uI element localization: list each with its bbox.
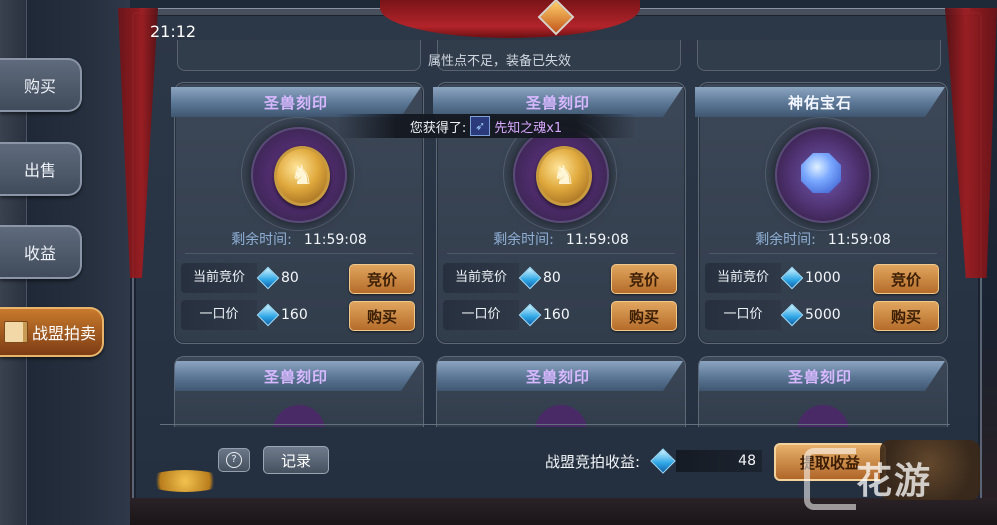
diamond-icon	[780, 266, 804, 290]
clock: 21:12	[150, 22, 197, 41]
earnings-value: 48	[676, 450, 762, 472]
diamond-icon	[780, 303, 804, 327]
tab-label: 出售	[23, 161, 56, 180]
divider	[447, 253, 675, 254]
remaining-time: 剩余时间: 11:59:08	[231, 232, 367, 248]
earnings-label: 战盟竞拍收益:	[545, 453, 641, 471]
current-bid-row: 当前竞价 80 竞价	[443, 263, 679, 294]
buyout-row: 一口价 160 购买	[181, 300, 417, 331]
watermark-logo-icon	[804, 448, 856, 510]
card-title: 神佑宝石	[695, 87, 945, 117]
card-title: 圣兽刻印	[437, 361, 683, 391]
auction-card: 圣兽刻印	[174, 356, 424, 427]
diamond-icon	[256, 303, 280, 327]
item-slot[interactable]: ♞	[503, 117, 617, 231]
auction-card: 圣兽刻印	[436, 356, 686, 427]
diamond-icon	[518, 266, 542, 290]
buy-button[interactable]: 购买	[873, 301, 939, 331]
watermark: 花游	[856, 461, 933, 502]
buyout-row: 一口价 5000 购买	[705, 300, 941, 331]
auction-card: 圣兽刻印	[698, 356, 948, 427]
golden-horse-medal-icon: ♞	[536, 146, 592, 206]
buyout-amount: 5000	[805, 307, 841, 323]
current-bid-amount: 80	[543, 270, 561, 286]
tab-earnings[interactable]: 收益	[0, 225, 82, 279]
bid-button[interactable]: 竞价	[873, 264, 939, 294]
footer-divider	[160, 424, 950, 425]
item-acquired-banner: 您获得了: ➶ 先知之魂x1	[336, 114, 636, 138]
record-button[interactable]: 记录	[263, 446, 329, 474]
tab-label: 购买	[23, 77, 56, 96]
golden-horse-medal-icon: ♞	[274, 146, 330, 206]
tab-alliance-auction[interactable]: 战盟拍卖	[0, 307, 104, 357]
remaining-time: 剩余时间: 11:59:08	[755, 232, 891, 248]
buy-button[interactable]: 购买	[349, 301, 415, 331]
bid-button[interactable]: 竞价	[349, 264, 415, 294]
item-slot[interactable]	[765, 117, 879, 231]
auction-card: 神佑宝石 剩余时间: 11:59:08 当前竞价 1000 竞价 一口价 5000…	[695, 82, 948, 344]
tab-sell[interactable]: 出售	[0, 142, 82, 196]
current-bid-amount: 1000	[805, 270, 841, 286]
help-button[interactable]: ?	[218, 448, 250, 472]
diamond-icon	[256, 266, 280, 290]
item-slot[interactable]: ♞	[241, 117, 355, 231]
previous-row-card	[177, 40, 421, 71]
tab-label: 收益	[23, 244, 56, 263]
gold-coins	[145, 470, 225, 492]
remaining-time: 剩余时间: 11:59:08	[493, 232, 629, 248]
card-title: 圣兽刻印	[433, 87, 683, 117]
book-icon	[3, 321, 28, 343]
diamond-icon	[518, 303, 542, 327]
blue-gem-icon	[801, 153, 841, 193]
current-bid-row: 当前竞价 80 竞价	[181, 263, 417, 294]
buyout-row: 一口价 160 购买	[443, 300, 679, 331]
question-icon: ?	[226, 452, 242, 468]
card-title: 圣兽刻印	[171, 87, 421, 117]
current-bid-row: 当前竞价 1000 竞价	[705, 263, 941, 294]
divider	[185, 253, 413, 254]
current-bid-amount: 80	[281, 270, 299, 286]
equipment-notice: 属性点不足，装备已失效	[428, 54, 572, 69]
divider	[709, 253, 937, 254]
feather-icon: ➶	[470, 116, 491, 136]
bid-button[interactable]: 竞价	[611, 264, 677, 294]
tab-label: 战盟拍卖	[31, 324, 96, 343]
buyout-amount: 160	[281, 307, 308, 323]
previous-row-card	[697, 40, 941, 71]
acquired-item: 先知之魂x1	[494, 120, 563, 136]
card-title: 圣兽刻印	[699, 361, 945, 391]
buy-button[interactable]: 购买	[611, 301, 677, 331]
buyout-amount: 160	[543, 307, 570, 323]
tab-buy[interactable]: 购买	[0, 58, 82, 112]
card-title: 圣兽刻印	[175, 361, 421, 391]
